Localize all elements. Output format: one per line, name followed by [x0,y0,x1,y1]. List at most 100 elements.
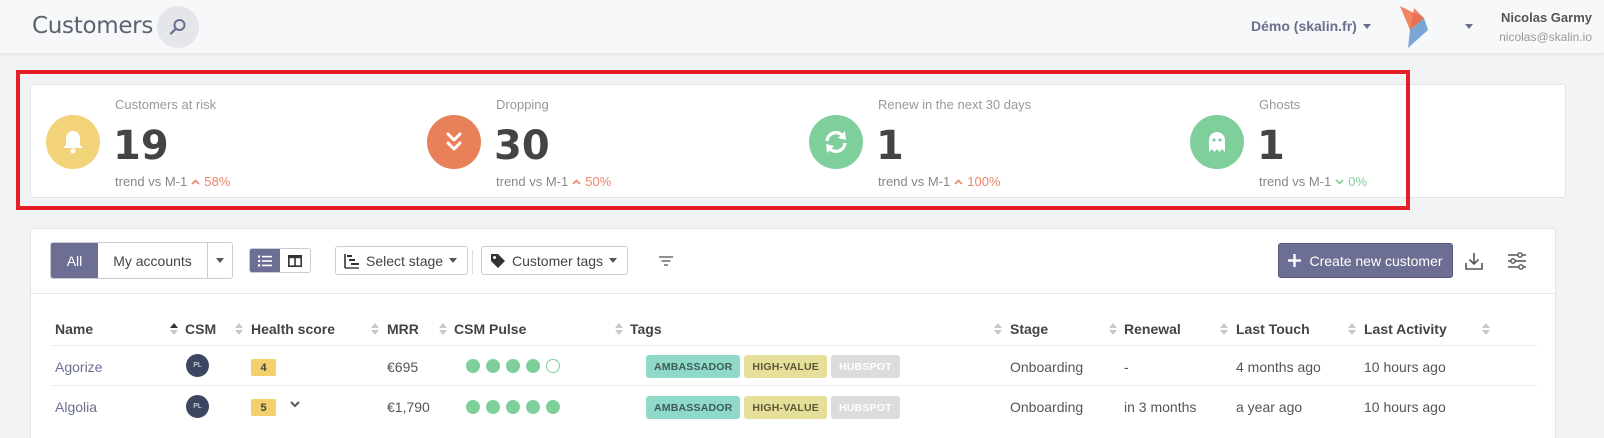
list-icon [258,255,272,266]
renewal-value: - [1124,359,1129,375]
column-header-last-activity[interactable]: Last Activity [1364,321,1447,337]
search-button[interactable] [157,6,199,48]
csm-pulse-dots[interactable] [466,400,560,414]
header-divider [51,345,1537,346]
user-menu-chevron-icon[interactable] [1465,24,1473,29]
page-title: Customers [32,13,154,39]
pulse-dot-filled [466,359,480,373]
tag-icon [491,253,505,268]
tag-hubspot[interactable]: HUBSPOT [830,355,900,378]
workspace-label: Démo (skalin.fr) [1251,18,1357,34]
pulse-dot-filled [466,400,480,414]
top-bar: Customers Démo (skalin.fr) Nicolas Garmy… [0,0,1604,54]
tag-hubspot[interactable]: HUBSPOT [830,396,900,419]
sort-icon[interactable] [1220,322,1228,336]
sort-icon[interactable] [1109,322,1117,336]
toolbar-separator [31,293,1555,294]
customer-name-link[interactable]: Agorize [55,359,102,375]
all-filter-button[interactable]: All [51,243,98,278]
column-header-health-score[interactable]: Health score [251,321,335,337]
view-toggle [249,248,311,273]
csm-pulse-dots[interactable] [466,359,560,373]
list-view-button[interactable] [250,249,280,272]
tag-high-value[interactable]: HIGH-VALUE [744,396,827,419]
last-touch-value: 4 months ago [1236,359,1321,375]
row-divider [51,385,1537,386]
pulse-dot-filled [506,359,520,373]
renewal-value: in 3 months [1124,399,1197,415]
pulse-dot-filled [506,400,520,414]
caret-down-icon [216,258,224,263]
last-touch-value: a year ago [1236,399,1303,415]
ownership-filter: All My accounts [50,242,233,279]
last-activity-value: 10 hours ago [1364,399,1446,415]
filter-lines-icon [659,256,673,266]
chevron-down-icon [1362,23,1371,29]
customers-panel: All My accounts Select stage Customer ta… [30,228,1556,438]
customer-tags-dropdown[interactable]: Customer tags [481,246,629,275]
mrr-value: €695 [387,359,419,375]
tag-list: AMBASSADOR HIGH-VALUE HUBSPOT [646,396,900,419]
last-activity-value: 10 hours ago [1364,359,1446,375]
create-customer-label: Create new customer [1309,252,1443,269]
tag-list: AMBASSADOR HIGH-VALUE HUBSPOT [646,355,900,378]
pulse-dot-filled [526,400,540,414]
user-email: nicolas@skalin.io [1499,30,1592,44]
my-accounts-button[interactable]: My accounts [98,243,208,278]
download-icon [1465,253,1483,270]
pulse-dot-empty [546,359,560,373]
health-score-badge: 4 [251,359,276,376]
advanced-filter-button[interactable] [655,251,677,271]
sort-icon[interactable] [371,322,379,336]
column-header-renewal[interactable]: Renewal [1124,321,1181,337]
select-stage-label: Select stage [366,252,444,269]
sort-icon[interactable] [235,322,243,336]
customer-name-link[interactable]: Algolia [55,399,97,415]
create-customer-button[interactable]: Create new customer [1278,243,1453,278]
tag-ambassador[interactable]: AMBASSADOR [646,355,741,378]
highlight-outline [16,70,1410,210]
stage-steps-icon [344,253,359,269]
sliders-icon [1508,252,1526,270]
user-name[interactable]: Nicolas Garmy [1501,10,1592,25]
tag-high-value[interactable]: HIGH-VALUE [744,355,827,378]
plus-icon [1288,254,1302,267]
column-header-csm-pulse[interactable]: CSM Pulse [454,321,526,337]
caret-down-icon [449,258,458,263]
chevron-down-icon[interactable] [290,401,300,408]
column-header-stage[interactable]: Stage [1010,321,1048,337]
column-header-mrr[interactable]: MRR [387,321,419,337]
pulse-dot-filled [486,400,500,414]
column-header-name[interactable]: Name [55,321,93,337]
sort-icon[interactable] [994,322,1002,336]
column-header-last-touch[interactable]: Last Touch [1236,321,1310,337]
board-view-button[interactable] [280,249,310,272]
column-settings-button[interactable] [1504,249,1530,273]
ownership-dropdown-toggle[interactable] [208,243,232,278]
pulse-dot-filled [486,359,500,373]
customer-tags-label: Customer tags [512,252,604,269]
column-header-tags[interactable]: Tags [630,321,662,337]
tag-ambassador[interactable]: AMBASSADOR [646,396,741,419]
csm-avatar[interactable]: PL [186,354,209,377]
select-stage-dropdown[interactable]: Select stage [335,246,469,275]
pulse-dot-filled [546,400,560,414]
sort-icon[interactable] [439,322,447,336]
pulse-dot-filled [526,359,540,373]
export-button[interactable] [1461,249,1487,273]
health-score-badge: 5 [251,399,276,416]
sort-asc-icon[interactable] [170,322,178,336]
search-icon [169,19,186,35]
sort-icon[interactable] [1482,322,1490,336]
caret-down-icon [609,258,618,263]
sort-icon[interactable] [1348,322,1356,336]
csm-avatar[interactable]: PL [186,395,209,418]
workspace-selector[interactable]: Démo (skalin.fr) [1251,18,1371,34]
column-header-csm[interactable]: CSM [185,321,216,337]
mrr-value: €1,790 [387,399,430,415]
sort-icon[interactable] [615,322,623,336]
columns-icon [288,254,302,267]
toolbar-divider [472,250,473,274]
stage-value: Onboarding [1010,359,1084,375]
company-logo [1400,6,1428,48]
